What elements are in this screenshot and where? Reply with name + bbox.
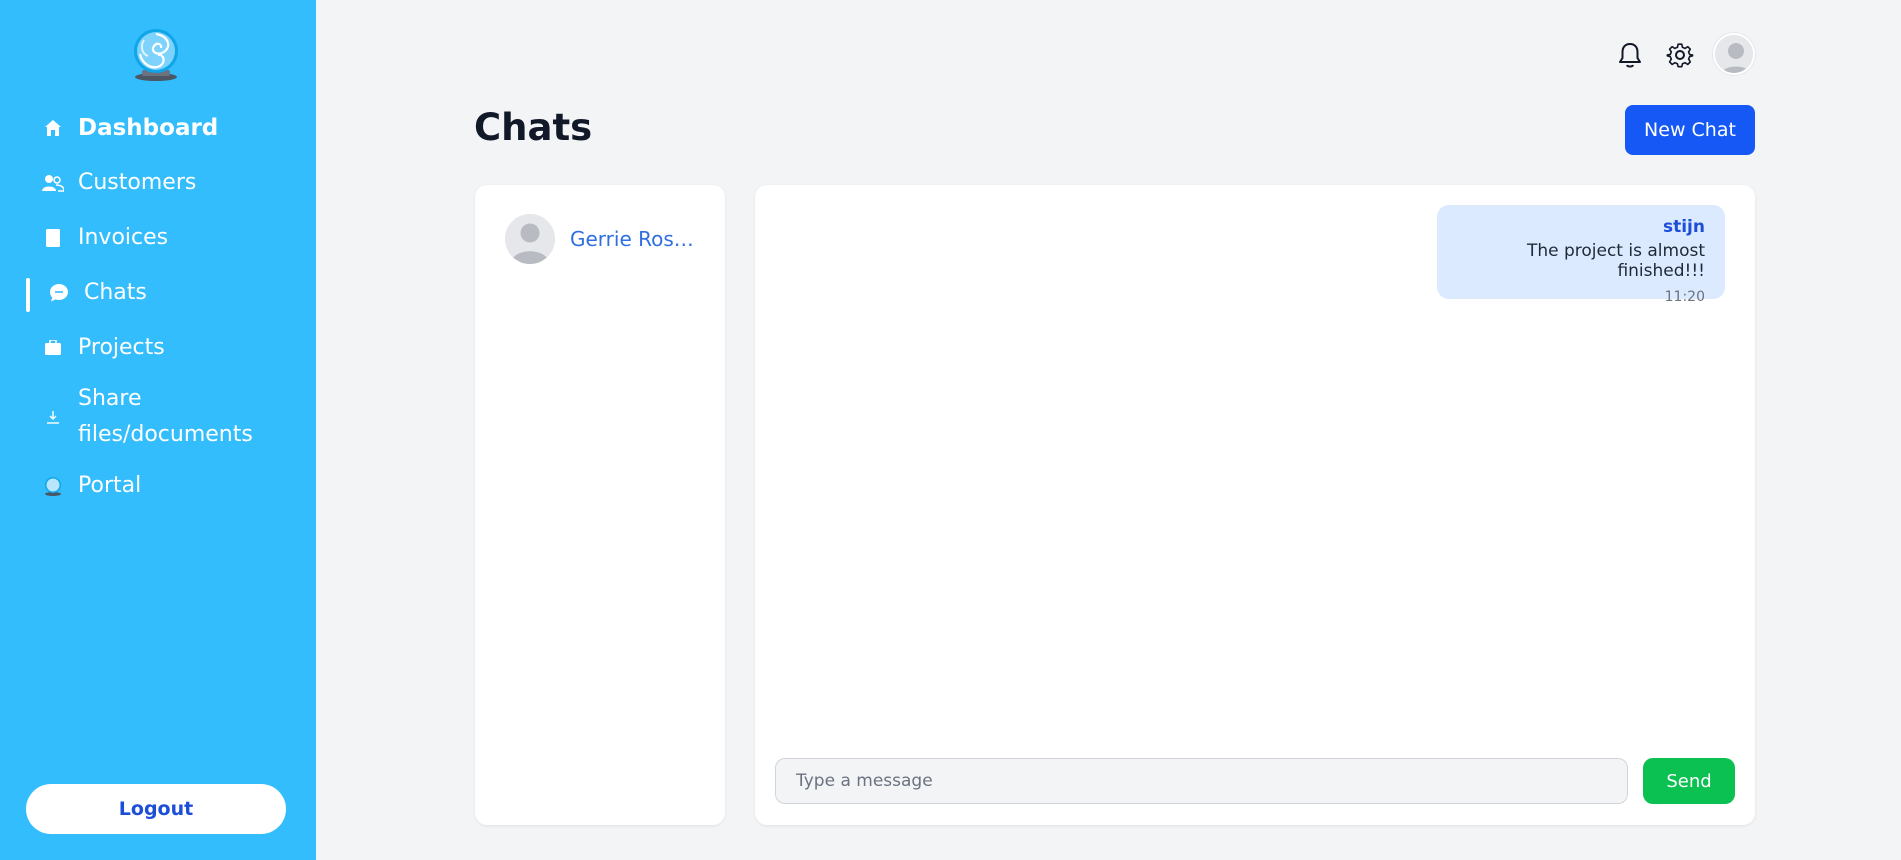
sidebar-item-chats[interactable]: Chats (26, 265, 296, 320)
users-icon (42, 172, 64, 194)
contacts-panel: Gerrie Rossouw (475, 185, 725, 825)
logout-button[interactable]: Logout (26, 784, 286, 834)
sidebar-item-label: Dashboard (78, 114, 219, 141)
gear-icon[interactable] (1665, 40, 1695, 70)
chat-bubble-icon (48, 282, 70, 304)
home-icon (42, 117, 64, 139)
message-input[interactable] (775, 758, 1628, 804)
user-avatar[interactable] (1713, 33, 1755, 75)
sidebar-item-label: Projects (78, 335, 165, 360)
contact-list-item[interactable]: Gerrie Rossouw (505, 214, 695, 264)
sidebar-item-label: Share files/documents (78, 385, 253, 447)
portal-logo-icon[interactable] (130, 28, 182, 82)
download-icon (42, 406, 64, 428)
message-time: 11:20 (1664, 289, 1705, 305)
globe-icon (42, 475, 64, 497)
sidebar-nav: Dashboard Customers Invoices Chats Proje… (26, 100, 296, 513)
sidebar-item-share-files[interactable]: Share files/documents (26, 375, 296, 458)
sidebar-item-label: Chats (84, 280, 147, 305)
send-button[interactable]: Send (1643, 758, 1735, 804)
sidebar-item-customers[interactable]: Customers (26, 155, 296, 210)
message-text: The project is almost finished!!! (1526, 241, 1705, 281)
page-title: Chats (474, 106, 593, 149)
new-chat-button[interactable]: New Chat (1625, 105, 1755, 155)
sidebar-item-dashboard[interactable]: Dashboard (26, 100, 296, 155)
contact-avatar (505, 214, 555, 264)
message-bubble: stijn The project is almost finished!!! … (1437, 205, 1725, 305)
sidebar-item-portal[interactable]: Portal (26, 458, 296, 513)
sidebar: Dashboard Customers Invoices Chats Proje… (0, 0, 316, 860)
sidebar-item-label: Customers (78, 170, 197, 195)
bell-icon[interactable] (1615, 40, 1645, 70)
sidebar-item-projects[interactable]: Projects (26, 320, 296, 375)
sidebar-item-label: Invoices (78, 225, 169, 250)
chat-panel: stijn The project is almost finished!!! … (755, 185, 1755, 825)
sidebar-item-label: Portal (78, 473, 142, 498)
message-sender: stijn (1662, 217, 1705, 237)
document-icon (42, 227, 64, 249)
briefcase-icon (42, 337, 64, 359)
contact-name: Gerrie Rossouw (570, 227, 695, 251)
sidebar-item-invoices[interactable]: Invoices (26, 210, 296, 265)
